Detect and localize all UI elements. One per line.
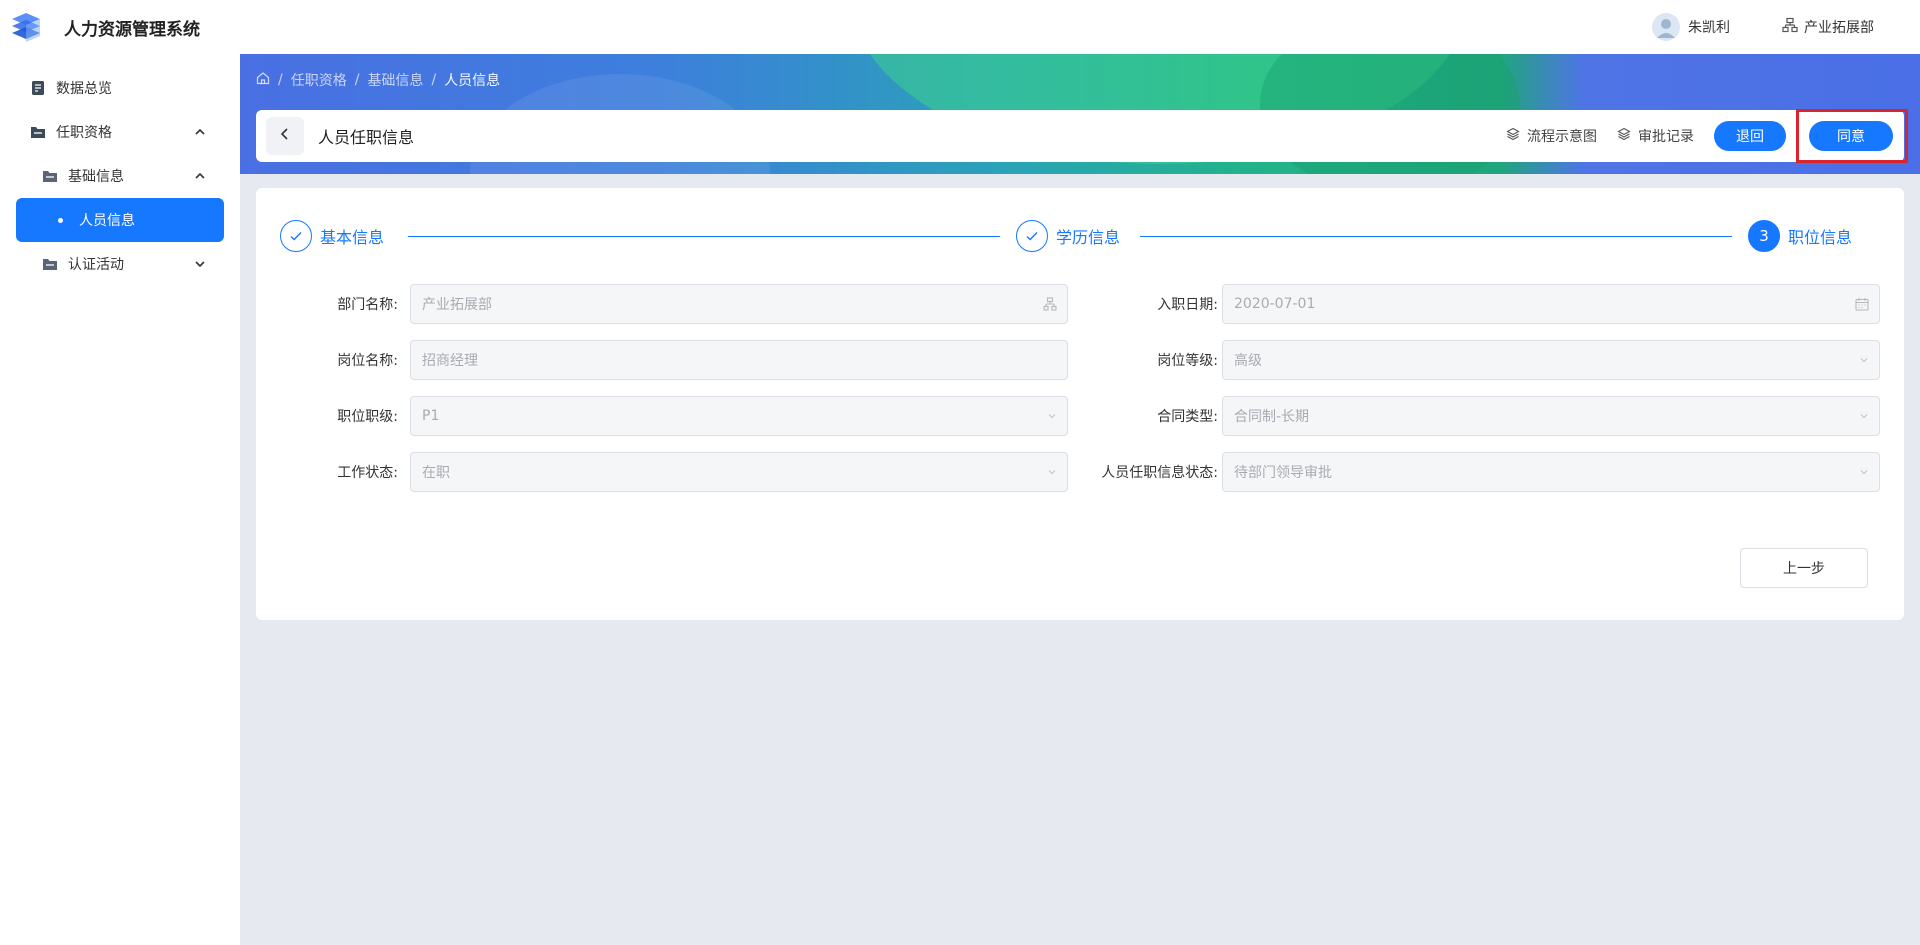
- org-tree-icon: [1043, 297, 1057, 311]
- breadcrumb-item[interactable]: 基础信息: [367, 70, 423, 90]
- step-position-info[interactable]: 3 职位信息: [1748, 220, 1852, 252]
- step-education-info[interactable]: 学历信息: [1016, 220, 1120, 252]
- sidebar-item-overview[interactable]: 数据总览: [0, 66, 240, 110]
- user-menu[interactable]: 朱凯利: [1652, 13, 1730, 41]
- info-status-label: 人员任职信息状态:: [1101, 465, 1218, 481]
- form-card: 基本信息 学历信息 3 职位信息 部门名称: 产业拓展部 岗位名称: 招商经理 …: [256, 188, 1904, 620]
- chevron-left-icon: [278, 127, 292, 145]
- approval-records-label: 审批记录: [1638, 129, 1694, 145]
- step-label: 职位信息: [1788, 228, 1853, 247]
- previous-step-button[interactable]: 上一步: [1740, 548, 1868, 588]
- chevron-down-icon: [1047, 411, 1057, 421]
- join-date-picker[interactable]: 2020-07-01: [1222, 284, 1880, 324]
- step-label: 学历信息: [1056, 228, 1121, 247]
- highlight-box: 同意: [1796, 109, 1908, 163]
- step-label: 基本信息: [320, 228, 385, 247]
- sidebar-item-basic-info[interactable]: 基础信息: [0, 154, 240, 198]
- home-icon[interactable]: [256, 71, 270, 89]
- sidebar-item-label: 认证活动: [68, 257, 124, 273]
- flow-diagram-button[interactable]: 流程示意图: [1506, 126, 1597, 146]
- chevron-down-icon: [1859, 467, 1869, 477]
- job-grade-label: 职位职级:: [337, 409, 398, 425]
- back-button[interactable]: [266, 117, 304, 155]
- chevron-down-icon: [1859, 411, 1869, 421]
- main-content: / 任职资格 / 基础信息 / 人员信息 人员任职信息 流程示意图 审批记录 退…: [240, 54, 1920, 945]
- department-name: 产业拓展部: [1804, 20, 1874, 36]
- position-name-label: 岗位名称:: [337, 353, 398, 369]
- position-level-select[interactable]: 高级: [1222, 340, 1880, 380]
- position-name-field[interactable]: 招商经理: [410, 340, 1068, 380]
- contract-type-label: 合同类型:: [1157, 409, 1218, 425]
- position-level-label: 岗位等级:: [1157, 353, 1218, 369]
- step-connector: [408, 236, 1000, 237]
- step-basic-info[interactable]: 基本信息: [280, 220, 384, 252]
- sidebar-item-label: 基础信息: [68, 169, 124, 185]
- job-grade-select[interactable]: P1: [410, 396, 1068, 436]
- approval-records-button[interactable]: 审批记录: [1617, 126, 1694, 146]
- sidebar: 数据总览 任职资格 基础信息 人员信息 认证活动: [0, 54, 240, 945]
- page-title: 人员任职信息: [318, 128, 415, 147]
- step-number: 3: [1748, 220, 1780, 252]
- page-header: 人员任职信息 流程示意图 审批记录 退回 同意: [256, 109, 1908, 163]
- join-date-label: 入职日期:: [1157, 297, 1218, 313]
- sidebar-item-certification[interactable]: 认证活动: [0, 242, 240, 286]
- check-icon: [280, 220, 312, 252]
- sidebar-item-label: 数据总览: [56, 81, 112, 97]
- work-status-label: 工作状态:: [337, 465, 398, 481]
- layers-icon: [1506, 127, 1520, 145]
- folder-icon: [30, 124, 46, 140]
- step-connector: [1140, 236, 1732, 237]
- sidebar-item-label: 人员信息: [79, 213, 135, 229]
- folder-icon: [42, 168, 58, 184]
- steps: 基本信息 学历信息 3 职位信息: [280, 220, 1880, 252]
- sidebar-item-personnel-info[interactable]: 人员信息: [16, 198, 224, 242]
- chevron-up-icon: [194, 126, 206, 138]
- work-status-select[interactable]: 在职: [410, 452, 1068, 492]
- chevron-down-icon: [1859, 355, 1869, 365]
- chevron-down-icon: [194, 258, 206, 270]
- header-banner: / 任职资格 / 基础信息 / 人员信息 人员任职信息 流程示意图 审批记录 退…: [240, 54, 1920, 174]
- reject-button[interactable]: 退回: [1714, 121, 1786, 151]
- breadcrumb-item[interactable]: 任职资格: [291, 70, 347, 90]
- sidebar-item-label: 任职资格: [56, 125, 112, 141]
- department-field[interactable]: 产业拓展部: [410, 284, 1068, 324]
- calendar-icon: [1855, 297, 1869, 311]
- breadcrumb: / 任职资格 / 基础信息 / 人员信息: [256, 70, 500, 90]
- breadcrumb-current: 人员信息: [444, 73, 501, 89]
- top-bar: 人力资源管理系统 朱凯利 产业拓展部: [0, 0, 1920, 54]
- agree-button[interactable]: 同意: [1809, 121, 1893, 151]
- chevron-up-icon: [194, 170, 206, 182]
- document-icon: [30, 80, 46, 96]
- avatar: [1652, 13, 1680, 41]
- flow-diagram-label: 流程示意图: [1527, 129, 1597, 145]
- sidebar-item-qualification[interactable]: 任职资格: [0, 110, 240, 154]
- user-name: 朱凯利: [1688, 20, 1730, 36]
- app-logo-icon: [8, 9, 44, 45]
- folder-icon: [42, 256, 58, 272]
- contract-type-select[interactable]: 合同制-长期: [1222, 396, 1880, 436]
- check-icon: [1016, 220, 1048, 252]
- app-title: 人力资源管理系统: [64, 19, 200, 40]
- org-tree-icon: [1782, 17, 1798, 37]
- bullet-icon: [58, 217, 63, 223]
- layers-icon: [1617, 127, 1631, 145]
- department-label: 部门名称:: [337, 297, 398, 313]
- department-switcher[interactable]: 产业拓展部: [1782, 17, 1874, 37]
- info-status-select[interactable]: 待部门领导审批: [1222, 452, 1880, 492]
